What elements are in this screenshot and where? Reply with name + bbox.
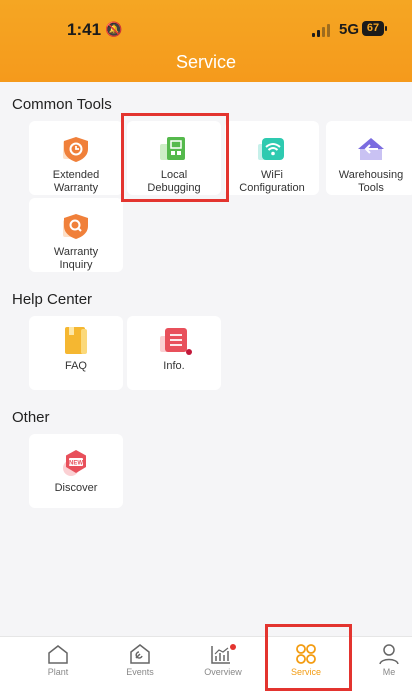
tile-wifi-configuration[interactable]: WiFi Configuration	[225, 121, 319, 195]
battery-icon: 67	[362, 21, 387, 36]
discover-icon: NEW	[61, 448, 91, 476]
tab-events[interactable]: Events	[105, 643, 175, 677]
status-bar: 1:41 🔕 5G 67	[0, 20, 412, 40]
section-title-common-tools: Common Tools	[12, 96, 112, 113]
tab-label: Overview	[204, 667, 242, 677]
tile-label: Extended Warranty	[52, 169, 100, 194]
tile-discover[interactable]: NEW Discover	[29, 434, 123, 508]
highlight-box	[121, 113, 229, 202]
signal-icon	[312, 24, 330, 37]
tile-label: Discover	[54, 482, 98, 494]
status-time: 1:41	[67, 20, 102, 39]
tab-label: Me	[382, 667, 396, 677]
tile-label: Warranty Inquiry	[53, 246, 99, 271]
tile-extended-warranty[interactable]: Extended Warranty	[29, 121, 123, 195]
tile-label: Warehousing Tools	[338, 169, 404, 194]
highlight-box	[265, 624, 352, 691]
chart-icon	[188, 643, 258, 665]
tile-warehousing-tools[interactable]: Warehousing Tools	[326, 121, 412, 195]
person-icon	[354, 643, 412, 665]
info-icon	[159, 326, 192, 355]
section-title-help-center: Help Center	[12, 291, 93, 308]
section-title-other: Other	[12, 409, 50, 426]
warehousing-tools-icon	[356, 135, 386, 163]
tile-label: WiFi Configuration	[239, 169, 305, 194]
tile-faq[interactable]: FAQ	[29, 316, 123, 390]
tab-label: Events	[126, 667, 154, 677]
warranty-inquiry-icon	[61, 212, 91, 240]
shield-wrench-icon	[105, 643, 175, 665]
tab-me[interactable]: Me	[354, 643, 412, 677]
faq-icon	[61, 326, 91, 354]
tab-label: Plant	[47, 667, 69, 677]
wifi-configuration-icon	[257, 135, 287, 163]
tile-warranty-inquiry[interactable]: Warranty Inquiry	[29, 198, 123, 272]
mute-icon: 🔕	[105, 21, 123, 37]
tab-plant[interactable]: Plant	[23, 643, 93, 677]
home-icon	[23, 643, 93, 665]
app-header: 1:41 🔕 5G 67 Service	[0, 0, 412, 82]
new-badge-text: NEW	[69, 461, 83, 467]
tile-label: Info.	[163, 360, 185, 372]
tile-label: FAQ	[64, 360, 87, 372]
tile-info[interactable]: Info.	[127, 316, 221, 390]
page-title: Service	[175, 52, 237, 72]
extended-warranty-icon	[61, 135, 91, 163]
network-label: 5G	[339, 21, 360, 38]
tab-overview[interactable]: Overview	[188, 643, 258, 677]
